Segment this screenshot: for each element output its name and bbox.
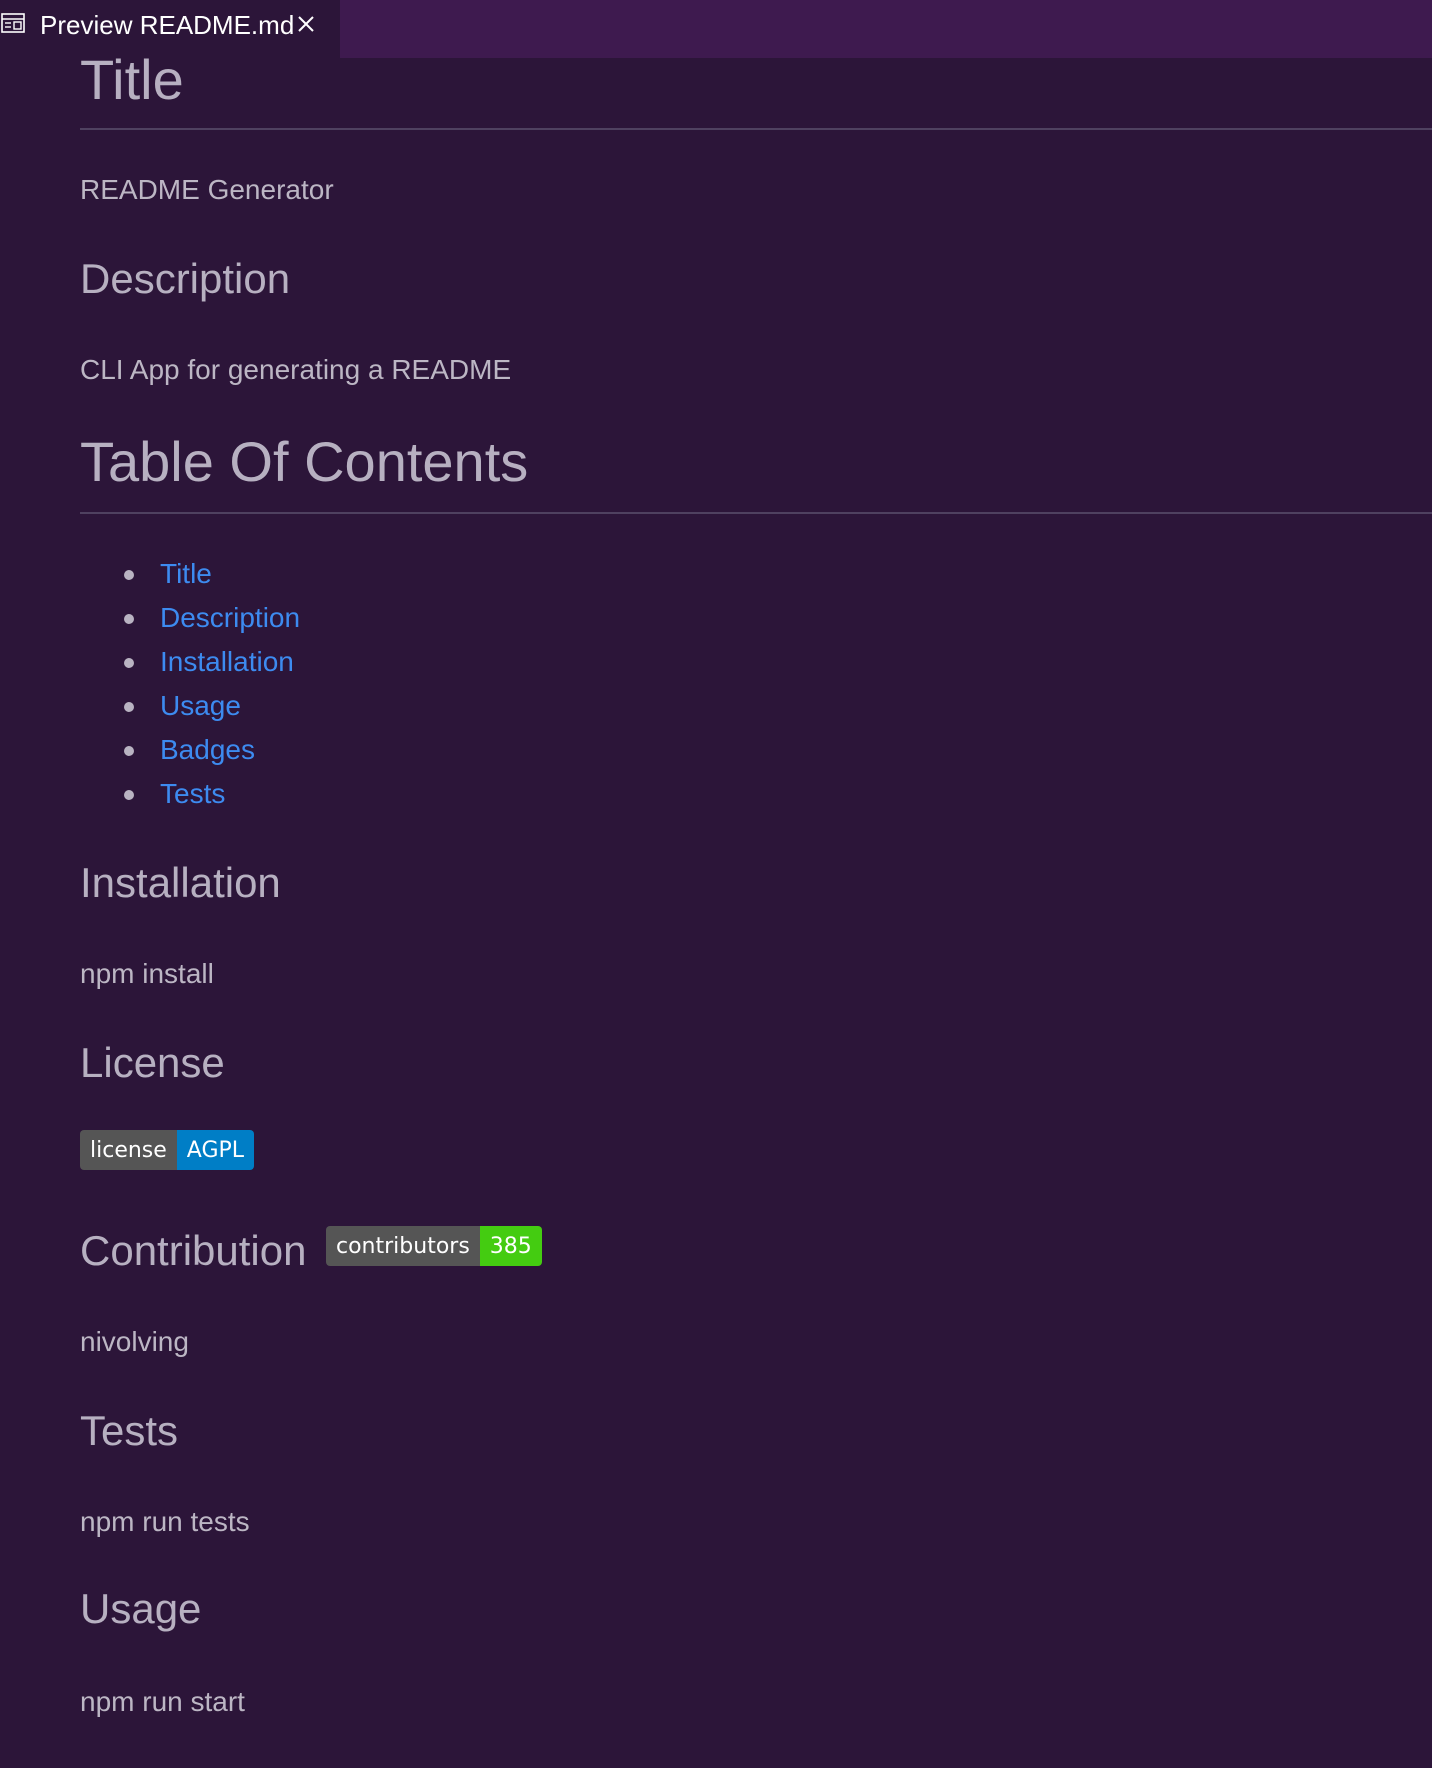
badge-value: AGPL [176, 1130, 255, 1170]
heading-rule [80, 512, 1432, 514]
tests-text: npm run tests [80, 1506, 250, 1537]
bullet-icon [124, 790, 134, 800]
installation-text: npm install [80, 958, 214, 989]
license-badge: license AGPL [80, 1130, 255, 1170]
heading-contribution: Contribution [80, 1227, 307, 1274]
contribution-text: nivolving [80, 1326, 189, 1357]
contributors-badge: contributors 385 [326, 1226, 542, 1266]
heading-usage: Usage [80, 1585, 202, 1632]
bullet-icon [124, 746, 134, 756]
heading-license: License [80, 1039, 225, 1086]
title-text: README Generator [80, 174, 334, 205]
badge-value: 385 [479, 1226, 542, 1266]
tab-bar: Preview README.md [0, 0, 1432, 58]
heading-rule [80, 128, 1432, 130]
toc-link-usage[interactable]: Usage [160, 692, 241, 720]
heading-installation: Installation [80, 859, 281, 906]
description-text: CLI App for generating a README [80, 354, 512, 385]
badge-label: contributors [326, 1226, 480, 1266]
bullet-icon [124, 570, 134, 580]
usage-text: npm run start [80, 1686, 245, 1717]
close-icon[interactable] [294, 12, 318, 36]
badge-label: license [80, 1130, 177, 1170]
toc-link-badges[interactable]: Badges [160, 736, 255, 764]
heading-tests: Tests [80, 1407, 179, 1454]
bullet-icon [124, 658, 134, 668]
heading-table-of-contents: Table Of Contents [80, 430, 529, 493]
toc-link-description[interactable]: Description [160, 604, 300, 632]
toc-link-title[interactable]: Title [160, 560, 212, 588]
preview-icon [1, 13, 25, 33]
heading-description: Description [80, 255, 291, 302]
tab-label: Preview README.md [40, 10, 295, 40]
bullet-icon [124, 702, 134, 712]
heading-title: Title [80, 48, 184, 111]
toc-link-installation[interactable]: Installation [160, 648, 294, 676]
bullet-icon [124, 614, 134, 624]
toc-link-tests[interactable]: Tests [160, 780, 225, 808]
